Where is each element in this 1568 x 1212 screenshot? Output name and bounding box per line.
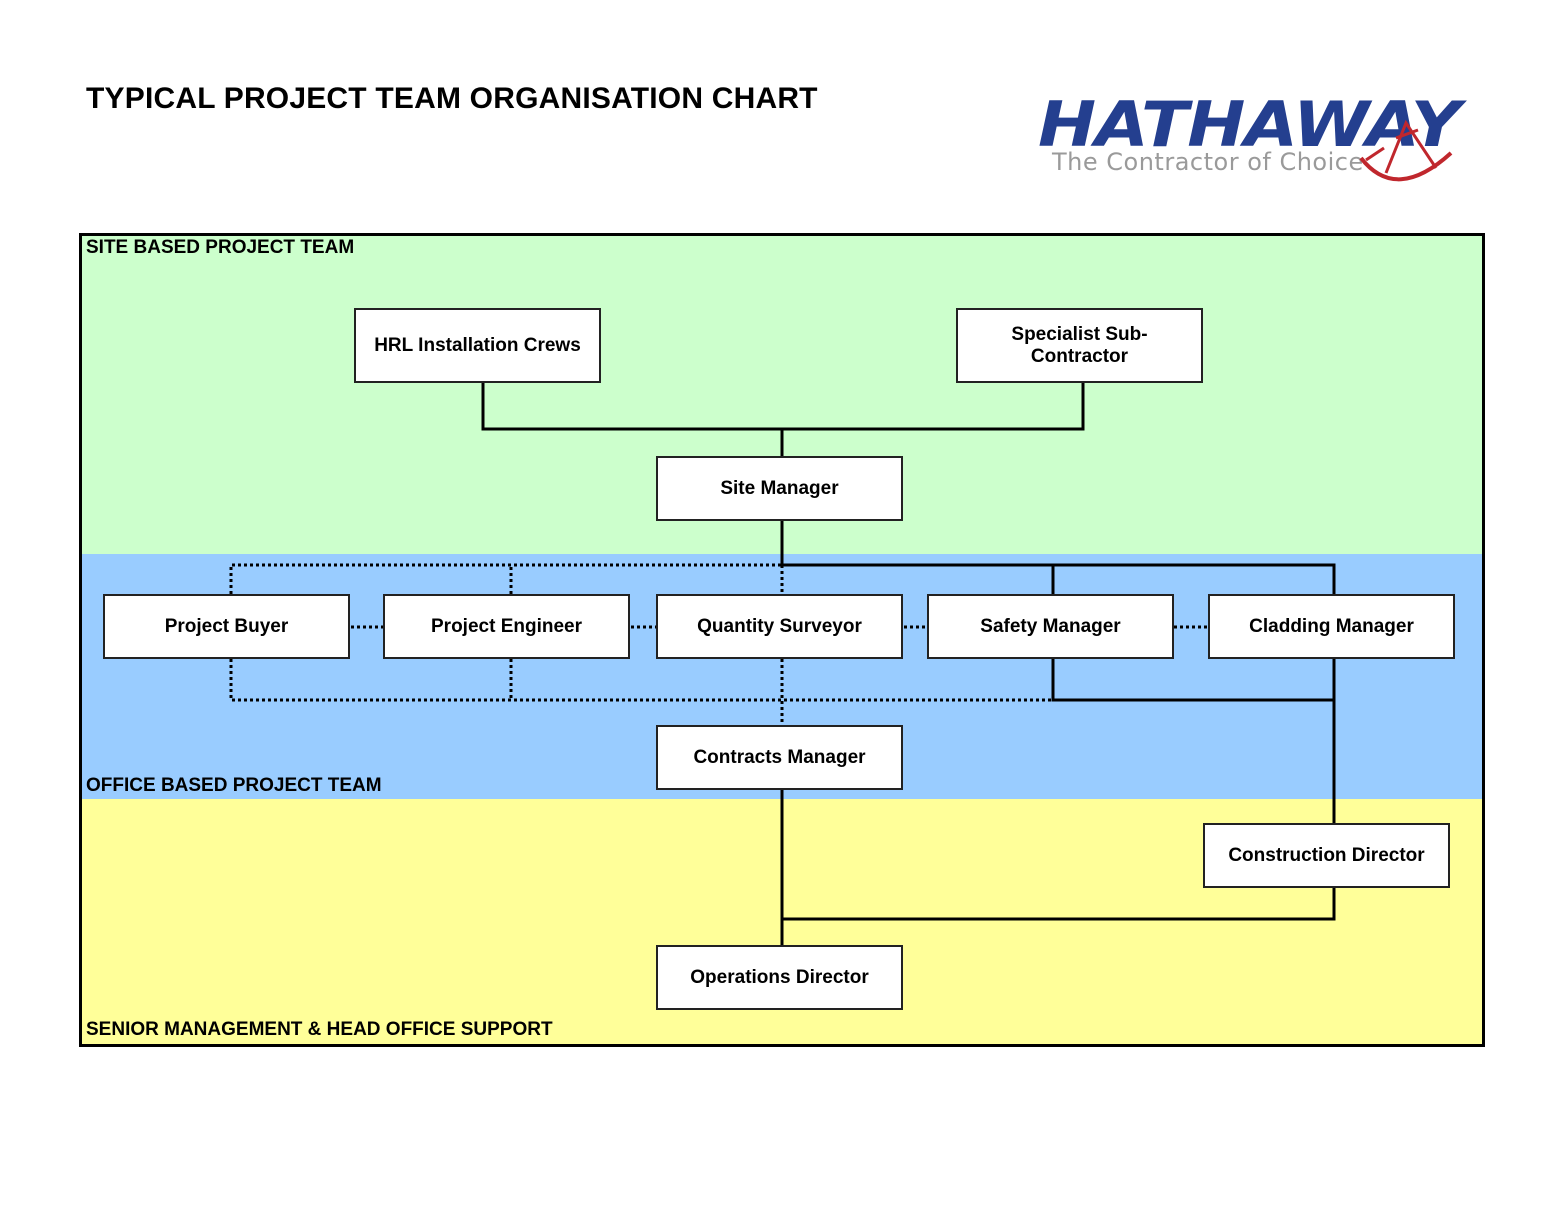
node-specialist-sub-contractor[interactable]: Specialist Sub- Contractor bbox=[956, 308, 1203, 383]
solid-connector bbox=[780, 521, 1336, 594]
solid-connector bbox=[481, 383, 1085, 431]
node-project-engineer[interactable]: Project Engineer bbox=[383, 594, 630, 659]
solid-connector bbox=[1051, 659, 1334, 702]
node-contracts-manager[interactable]: Contracts Manager bbox=[656, 725, 903, 790]
node-operations-director[interactable]: Operations Director bbox=[656, 945, 903, 1010]
company-logo: HATHAWAY The Contractor of Choice bbox=[1036, 88, 1466, 198]
logo-tagline: The Contractor of Choice bbox=[1052, 148, 1364, 176]
solid-connector bbox=[782, 888, 1336, 921]
page-title: TYPICAL PROJECT TEAM ORGANISATION CHART bbox=[86, 82, 818, 115]
dotted-connector bbox=[229, 563, 782, 594]
node-site-manager[interactable]: Site Manager bbox=[656, 456, 903, 521]
node-project-buyer[interactable]: Project Buyer bbox=[103, 594, 350, 659]
node-safety-manager[interactable]: Safety Manager bbox=[927, 594, 1174, 659]
node-construction-director[interactable]: Construction Director bbox=[1203, 823, 1450, 888]
node-quantity-surveyor[interactable]: Quantity Surveyor bbox=[656, 594, 903, 659]
node-cladding-manager[interactable]: Cladding Manager bbox=[1208, 594, 1455, 659]
org-chart-frame: SITE BASED PROJECT TEAM OFFICE BASED PRO… bbox=[79, 233, 1485, 1047]
node-hrl-installation-crews[interactable]: HRL Installation Crews bbox=[354, 308, 601, 383]
dotted-connector bbox=[229, 659, 1053, 702]
logo-swoosh-icon bbox=[1359, 119, 1453, 182]
